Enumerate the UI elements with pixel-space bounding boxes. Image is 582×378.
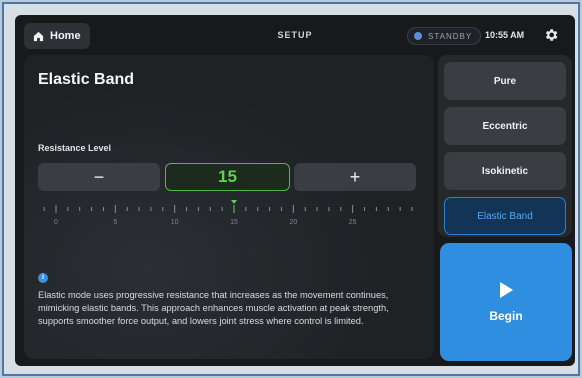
- ruler-tick-label: 20: [289, 219, 297, 226]
- resistance-value: 15: [165, 163, 290, 191]
- ruler-tick-label: 10: [171, 219, 179, 226]
- resistance-label: Resistance Level: [38, 143, 112, 153]
- ruler-pointer: [231, 200, 237, 204]
- top-bar: Home SETUP STANDBY 10:55 AM: [15, 15, 575, 55]
- mode-button-eccentric[interactable]: Eccentric: [444, 107, 566, 145]
- mode-button-isokinetic[interactable]: Isokinetic: [444, 152, 566, 190]
- status-text: STANDBY: [428, 31, 473, 41]
- ruler-scale: 0 5 10 15 20 25: [43, 200, 413, 226]
- mode-button-pure[interactable]: Pure: [444, 62, 566, 100]
- ruler-tick-label: 15: [230, 219, 238, 226]
- ruler-tick-label: 5: [113, 219, 117, 226]
- ruler-tick-label: 25: [349, 219, 357, 226]
- mode-title: Elastic Band: [38, 71, 135, 88]
- begin-button[interactable]: Begin: [440, 243, 572, 361]
- status-badge: STANDBY: [407, 27, 481, 45]
- mode-description: Elastic mode uses progressive resistance…: [38, 290, 389, 326]
- info-icon: i: [38, 273, 48, 283]
- mode-button-elastic-band[interactable]: Elastic Band: [444, 197, 566, 235]
- resistance-ruler[interactable]: 0 5 10 15 20 25: [38, 195, 418, 235]
- decrease-button[interactable]: −: [38, 163, 160, 191]
- play-icon: [500, 282, 513, 298]
- status-dot: [414, 32, 422, 40]
- gear-icon[interactable]: [543, 27, 559, 43]
- ruler-tick-label: 0: [54, 219, 58, 226]
- setup-screen: Home SETUP STANDBY 10:55 AM Elastic Band…: [15, 15, 575, 366]
- clock: 10:55 AM: [485, 30, 525, 40]
- mode-detail-panel: Elastic Band Resistance Level − 15 + 0 5 1…: [24, 55, 434, 359]
- page-title: SETUP: [277, 30, 313, 40]
- home-button[interactable]: Home: [24, 23, 90, 49]
- begin-label: Begin: [489, 309, 523, 323]
- increase-button[interactable]: +: [294, 163, 416, 191]
- home-icon: [33, 31, 44, 41]
- home-label: Home: [50, 30, 81, 42]
